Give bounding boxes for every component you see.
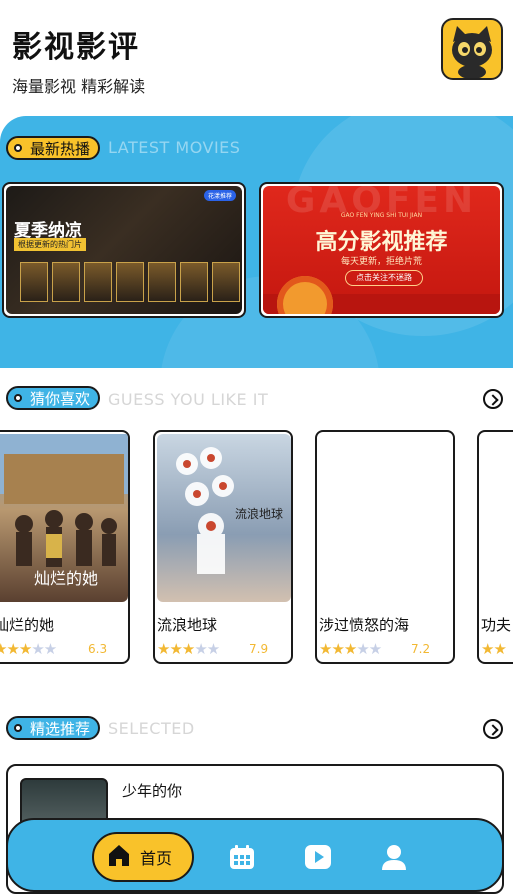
banner-image: GAOFEN GAO FEN YING SHI TUI JIAN 高分影视推荐 … [263,186,500,314]
section-tag-label: 猜你喜欢 [30,389,91,408]
tag-dot-icon [14,144,22,152]
poster-thumb [148,262,176,302]
play-icon[interactable] [303,842,333,872]
rating-score: 7.2 [411,642,431,656]
bottom-tab-bar: 首页 [6,818,504,892]
calendar-icon[interactable] [227,842,257,872]
poster-thumb [180,262,208,302]
poster-thumb [52,262,80,302]
banner-high-score[interactable]: GAOFEN GAO FEN YING SHI TUI JIAN 高分影视推荐 … [259,182,504,318]
movie-card[interactable]: 功夫 ★★ [477,430,513,664]
movie-card[interactable]: 流浪地球 流浪地球 ★★★★★ 7.9 [153,430,293,664]
section-en-label: GUESS YOU LIKE IT [108,390,269,409]
section-tag-selected: 精选推荐 [6,716,101,740]
movie-poster: 灿烂的她 [0,434,128,602]
tab-home-label: 首页 [140,849,173,868]
tag-dot-icon [14,724,22,732]
tab-home[interactable]: 首页 [92,832,194,882]
section-tag-label: 精选推荐 [30,719,91,738]
badge: 花漾推荐 [203,190,236,201]
poster-thumb [84,262,112,302]
movie-title: 流浪地球 [157,616,218,634]
section-tag-latest: 最新热播 [6,136,101,160]
section-en-label: SELECTED [108,719,195,738]
home-icon [106,842,132,872]
banner-title: 高分影视推荐 [315,230,448,255]
banner-pinyin: GAO FEN YING SHI TUI JIAN [340,212,423,219]
black-cat-mascot-icon[interactable] [441,18,503,80]
app-title: 影视影评 [12,30,140,65]
banner-image: 花漾推荐 夏季纳凉 根据更新的热门片 [6,186,242,314]
poster-title-art: 流浪地球 [235,506,283,521]
rating-score: 7.9 [249,642,269,656]
poster-thumb [20,262,48,302]
app-subtitle: 海量影视 精彩解读 [12,77,146,96]
movie-poster: 流浪地球 [157,434,291,602]
tag-dot-icon [14,394,22,402]
banner-summer[interactable]: 花漾推荐 夏季纳凉 根据更新的热门片 [2,182,246,318]
movie-title: 功夫 [481,616,512,634]
header: 影视影评 海量影视 精彩解读 [0,0,513,118]
user-icon[interactable] [379,842,409,872]
guess-you-like-section: 猜你喜欢 GUESS YOU LIKE IT 灿烂的她 灿烂的她 ★★★★★ 6… [0,368,513,680]
chevron-right-icon[interactable] [483,719,503,739]
poster-thumb [212,262,240,302]
rating-stars: ★★ [481,640,507,658]
rating-stars: ★★★★★ [319,640,382,658]
movie-title: 涉过愤怒的海 [319,616,410,634]
follow-button[interactable]: 点击关注不迷路 [345,270,423,286]
banner-subtitle: 根据更新的热门片 [14,238,86,251]
rating-stars: ★★★★★ [0,640,57,658]
latest-movies-section: 最新热播 LATEST MOVIES 花漾推荐 夏季纳凉 根据更新的热门片 GA… [0,116,513,368]
section-tag-label: 最新热播 [30,139,91,158]
movie-card[interactable]: 灿烂的她 灿烂的她 ★★★★★ 6.3 [0,430,130,664]
poster-thumb [116,262,144,302]
film-reel-icon [277,276,333,314]
movie-title: 少年的你 [122,782,183,800]
section-tag-guess: 猜你喜欢 [6,386,101,410]
rating-stars: ★★★★★ [157,640,220,658]
section-en-label: LATEST MOVIES [108,138,241,157]
chevron-right-icon[interactable] [483,389,503,409]
banner-subtitle: 每天更新，拒绝片荒 [340,257,422,267]
movie-card[interactable]: 涉过愤怒的海 ★★★★★ 7.2 [315,430,455,664]
movie-poster [319,434,453,602]
poster-title-art: 灿烂的她 [34,569,98,588]
rating-score: 6.3 [88,642,108,656]
movie-title: 灿烂的她 [0,616,55,634]
poster-strip [20,262,240,302]
